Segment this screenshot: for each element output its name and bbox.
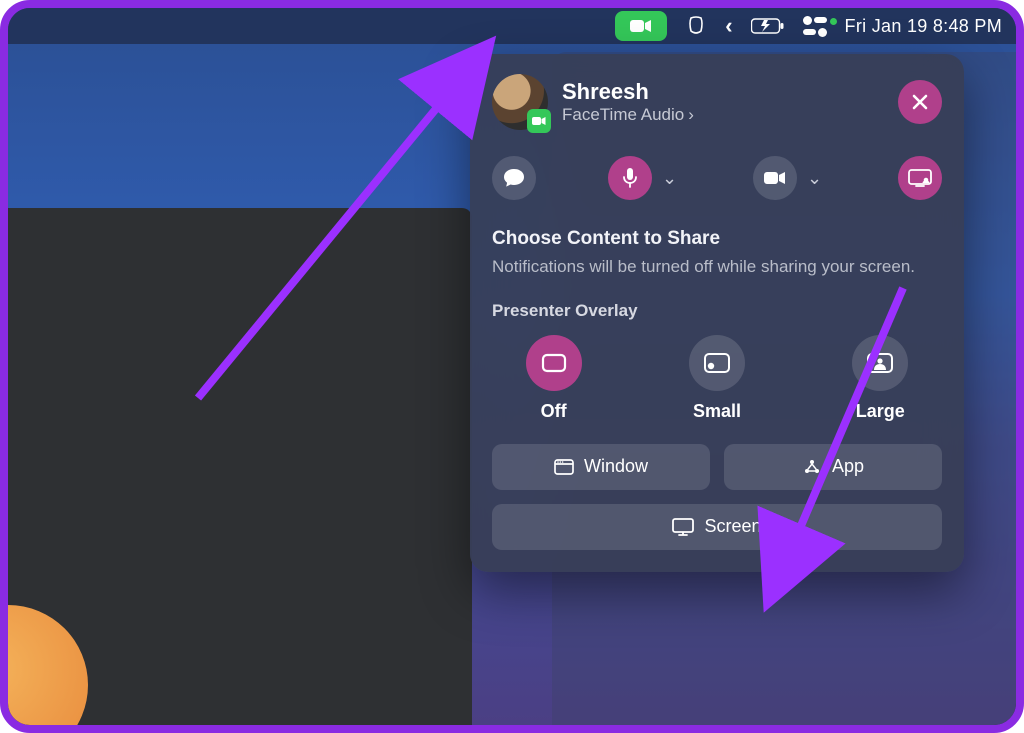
overlay-option-off[interactable]: Off — [526, 335, 582, 422]
window-icon — [554, 459, 574, 475]
menubar-overflow-icon[interactable]: ‹ — [725, 8, 732, 44]
screen-share-icon — [908, 169, 932, 187]
share-app-button[interactable]: App — [724, 444, 942, 490]
caller-avatar — [492, 74, 548, 130]
messages-button[interactable] — [492, 156, 536, 200]
battery-charging-icon[interactable] — [751, 8, 785, 44]
call-type-button[interactable]: FaceTime Audio › — [562, 105, 884, 125]
share-app-label: App — [832, 456, 864, 477]
speech-bubble-icon — [503, 168, 525, 188]
overlay-small-label: Small — [693, 401, 741, 422]
overlay-small-icon — [703, 352, 731, 374]
mic-options-chevron[interactable]: ⌄ — [658, 168, 681, 189]
screen-icon — [672, 518, 694, 536]
caller-name: Shreesh — [562, 79, 884, 105]
share-window-button[interactable]: Window — [492, 444, 710, 490]
close-icon — [911, 93, 929, 111]
camera-button[interactable] — [753, 156, 797, 200]
overlay-option-small[interactable]: Small — [689, 335, 745, 422]
control-center-icon[interactable] — [803, 8, 827, 44]
close-button[interactable] — [898, 80, 942, 124]
camera-options-chevron[interactable]: ⌄ — [803, 168, 826, 189]
microphone-icon — [622, 167, 638, 189]
share-screen-button[interactable] — [898, 156, 942, 200]
share-screen-full-button[interactable]: Screen — [492, 504, 942, 550]
mute-button[interactable] — [608, 156, 652, 200]
overlay-option-large[interactable]: Large — [852, 335, 908, 422]
menubar-app-icon[interactable] — [685, 8, 707, 44]
facetime-badge-icon — [527, 109, 551, 133]
video-icon — [764, 171, 786, 185]
share-screen-label: Screen — [704, 516, 761, 537]
menu-bar: ‹ Fri Jan 19 8:48 PM — [8, 8, 1016, 44]
presenter-overlay-label: Presenter Overlay — [492, 301, 942, 321]
overlay-large-icon — [866, 352, 894, 374]
overlay-large-label: Large — [856, 401, 905, 422]
menubar-datetime[interactable]: Fri Jan 19 8:48 PM — [845, 8, 1002, 44]
camera-in-use-indicator — [830, 18, 837, 25]
overlay-off-icon — [541, 353, 567, 373]
facetime-popover: Shreesh FaceTime Audio › ⌄ — [470, 54, 964, 572]
chevron-right-icon: › — [688, 105, 694, 125]
app-icon — [802, 457, 822, 477]
share-section-subtitle: Notifications will be turned off while s… — [492, 256, 942, 279]
share-section-title: Choose Content to Share — [492, 228, 942, 250]
share-window-label: Window — [584, 456, 648, 477]
overlay-off-label: Off — [541, 401, 567, 422]
facetime-menubar-icon[interactable] — [615, 8, 667, 44]
